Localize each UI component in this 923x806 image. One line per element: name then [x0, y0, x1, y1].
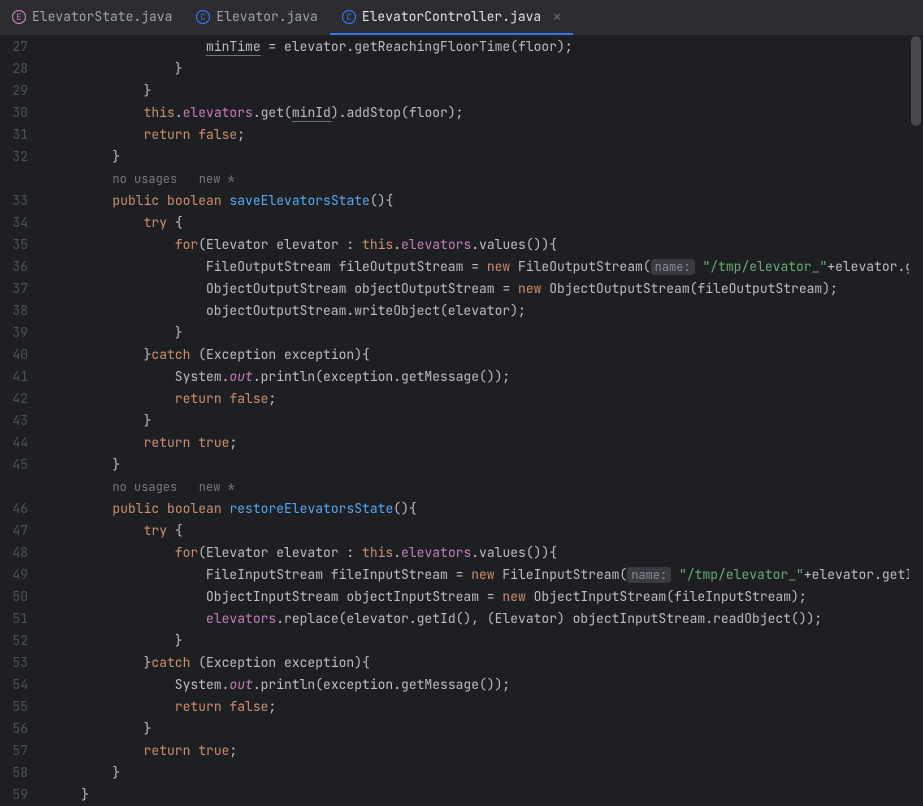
- tab-elevator-controller[interactable]: C ElevatorController.java ✕: [330, 0, 573, 35]
- enum-file-icon: E: [12, 10, 26, 24]
- code-area[interactable]: minTime = elevator.getReachingFloorTime(…: [40, 36, 909, 805]
- svg-text:C: C: [346, 11, 351, 23]
- class-file-icon: C: [342, 10, 356, 24]
- line-gutter: 272829303132 33343536373839404142434445 …: [0, 36, 40, 805]
- vertical-scrollbar[interactable]: [909, 36, 923, 805]
- close-icon[interactable]: ✕: [553, 8, 561, 25]
- svg-text:E: E: [16, 11, 21, 23]
- tab-elevator-state[interactable]: E ElevatorState.java: [0, 0, 184, 35]
- tab-elevator[interactable]: C Elevator.java: [184, 0, 329, 35]
- tab-label: ElevatorState.java: [32, 8, 172, 25]
- tab-label: Elevator.java: [216, 8, 317, 25]
- class-file-icon: C: [196, 10, 210, 24]
- svg-text:C: C: [201, 11, 206, 23]
- editor-tabs: E ElevatorState.java C Elevator.java C E…: [0, 0, 923, 36]
- tab-label: ElevatorController.java: [362, 8, 541, 25]
- scroll-thumb[interactable]: [911, 36, 921, 126]
- code-editor[interactable]: 272829303132 33343536373839404142434445 …: [0, 36, 923, 805]
